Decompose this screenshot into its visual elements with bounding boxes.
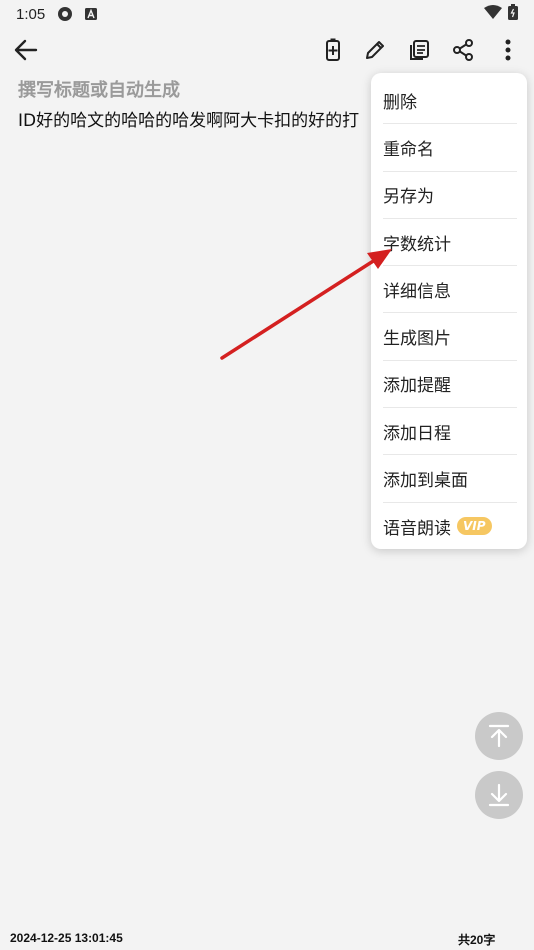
scroll-to-bottom-button[interactable] — [475, 771, 523, 819]
edit-timestamp: 2024-12-25 13:01:45 — [10, 931, 123, 945]
scroll-to-bottom-icon — [488, 783, 510, 807]
annotation-arrow — [220, 249, 392, 360]
char-count: 共20字 — [458, 933, 496, 947]
scroll-to-top-button[interactable] — [475, 712, 523, 760]
scroll-to-top-icon — [488, 724, 510, 748]
